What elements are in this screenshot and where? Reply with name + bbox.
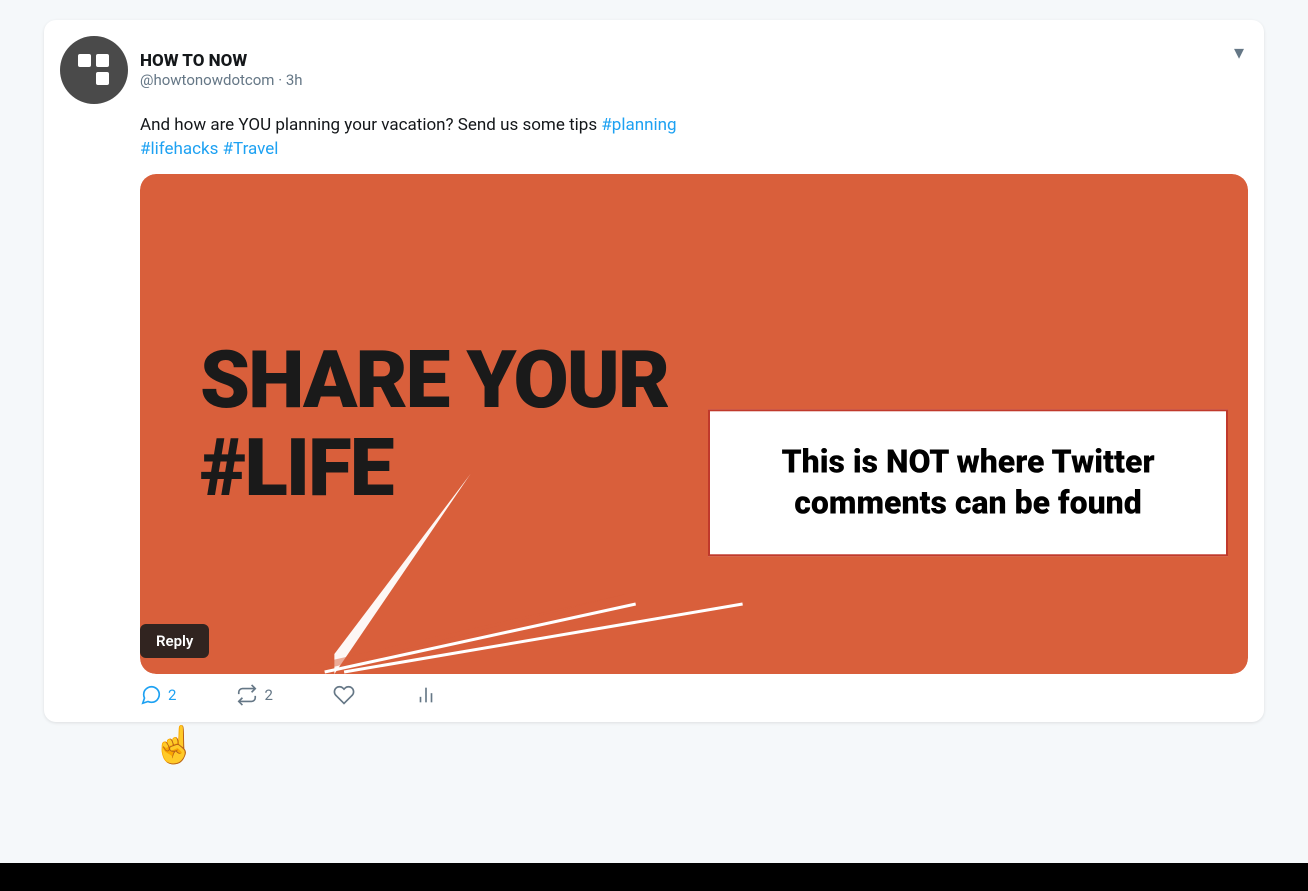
tweet-image-container: SHARE YOUR #LIFE This is NOT where Twitt… <box>140 174 1248 674</box>
retweet-action[interactable]: 2 <box>236 684 272 706</box>
retweet-icon <box>236 684 258 706</box>
tweet-actions: Reply 2 2 <box>140 684 1248 710</box>
account-handle-time: @howtonowdotcom · 3h <box>140 71 303 89</box>
tweet-header: HOW TO NOW @howtonowdotcom · 3h ▾ <box>60 36 1248 104</box>
reply-action[interactable]: 2 <box>140 684 176 706</box>
like-action[interactable] <box>333 684 355 706</box>
hashtag-planning[interactable]: #planning <box>601 115 676 135</box>
tweet-header-left: HOW TO NOW @howtonowdotcom · 3h <box>60 36 303 104</box>
avatar-logo <box>78 54 110 86</box>
image-line2: #LIFE <box>200 424 668 512</box>
black-bar <box>0 863 1308 891</box>
reply-tooltip: Reply <box>140 624 209 658</box>
hashtag-lifehacks[interactable]: #lifehacks <box>140 139 218 159</box>
tweet-plain-text: And how are YOU planning your vacation? … <box>140 115 601 135</box>
account-name[interactable]: HOW TO NOW <box>140 51 303 71</box>
analytics-icon <box>415 684 437 706</box>
reply-icon <box>140 684 162 706</box>
reply-count: 2 <box>168 686 176 704</box>
tweet-card: HOW TO NOW @howtonowdotcom · 3h ▾ And ho… <box>44 20 1264 722</box>
separator: · <box>278 71 286 89</box>
account-handle[interactable]: @howtonowdotcom <box>140 71 274 89</box>
cursor-hand-icon: ☝️ <box>152 724 197 766</box>
tweet-time: 3h <box>286 71 303 89</box>
hashtag-travel[interactable]: #Travel <box>223 139 279 159</box>
analytics-action[interactable] <box>415 684 437 706</box>
callout-box: This is NOT where Twitter comments can b… <box>708 409 1228 556</box>
image-line1: SHARE YOUR <box>200 336 668 424</box>
image-text: SHARE YOUR #LIFE <box>200 336 668 512</box>
heart-icon <box>333 684 355 706</box>
account-info: HOW TO NOW @howtonowdotcom · 3h <box>140 51 303 89</box>
tweet-text: And how are YOU planning your vacation? … <box>140 114 1248 162</box>
avatar <box>60 36 128 104</box>
callout-text: This is NOT where Twitter comments can b… <box>746 441 1190 524</box>
chevron-down-icon[interactable]: ▾ <box>1230 36 1248 68</box>
retweet-count: 2 <box>264 686 272 704</box>
